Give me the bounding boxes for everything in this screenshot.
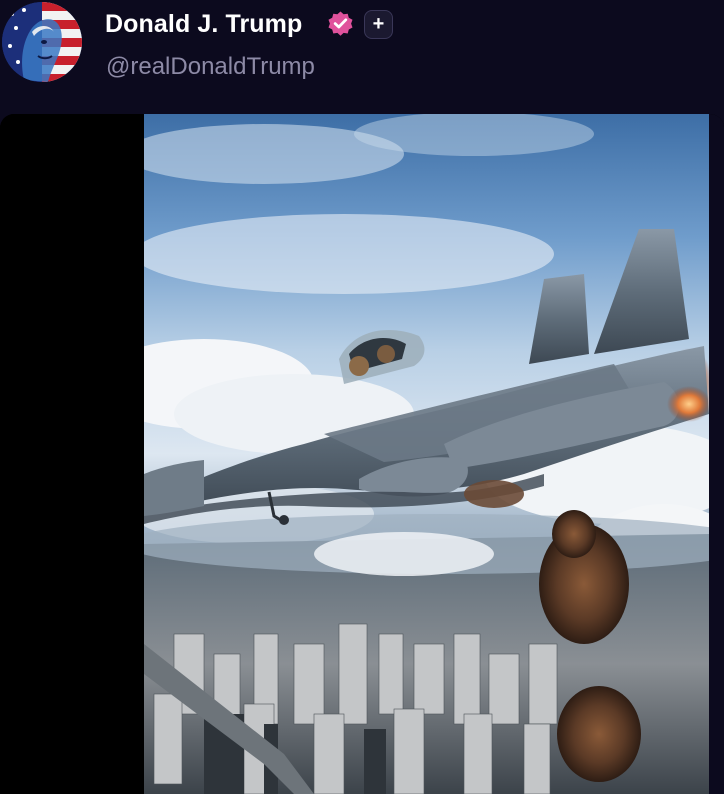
media-letterbox-right	[709, 114, 724, 794]
post-header: Donald J. Trump + @realDonaldTrump	[0, 0, 724, 112]
fighter-jet-scene-image	[144, 114, 709, 794]
verified-badge-icon	[326, 9, 355, 38]
display-name[interactable]: Donald J. Trump	[105, 10, 302, 39]
follow-button[interactable]: +	[364, 10, 393, 39]
media-letterbox-left	[0, 114, 144, 794]
avatar[interactable]	[2, 2, 82, 82]
user-handle[interactable]: @realDonaldTrump	[106, 53, 315, 81]
flag-portrait-icon	[2, 2, 82, 82]
truth-post: Donald J. Trump + @realDonaldTrump	[0, 0, 724, 794]
plus-icon: +	[372, 13, 385, 35]
video-player[interactable]	[144, 114, 709, 794]
post-media	[0, 114, 724, 794]
